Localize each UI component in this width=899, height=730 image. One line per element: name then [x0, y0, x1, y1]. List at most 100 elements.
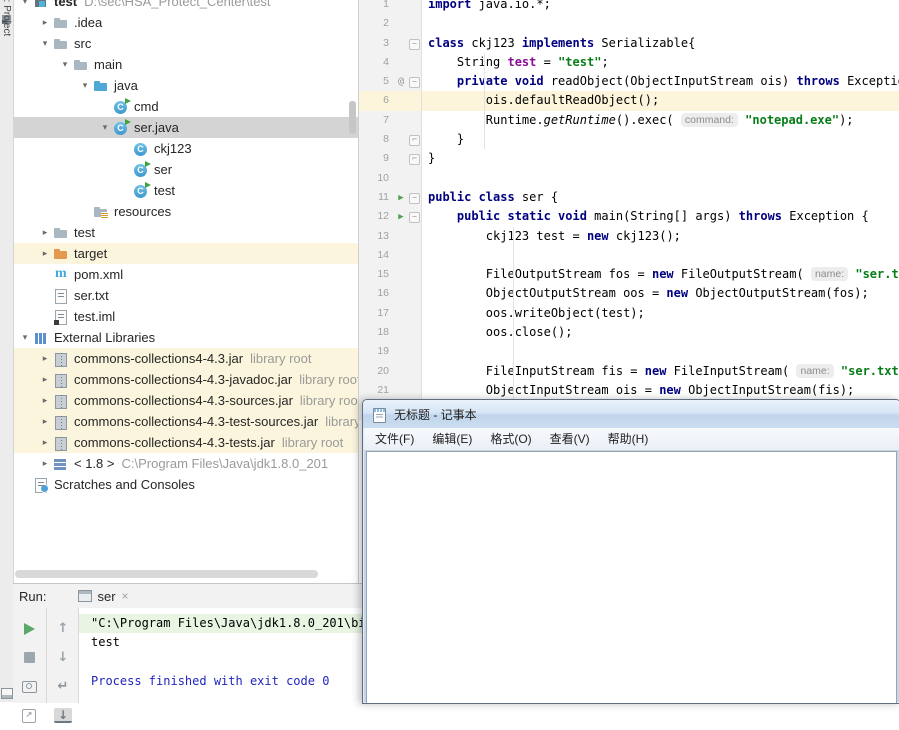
fold-collapse-icon[interactable]: −: [409, 193, 420, 204]
chevron-down-icon[interactable]: ▾: [97, 122, 113, 133]
code-line-9[interactable]: 9⌐}: [359, 149, 899, 168]
notepad-text-area[interactable]: [366, 451, 897, 703]
chevron-right-icon[interactable]: ▸: [37, 353, 53, 364]
tree-item-ser-java[interactable]: ▾ser.java: [13, 117, 358, 138]
code-line-3[interactable]: 3−class ckj123 implements Serializable{: [359, 34, 899, 53]
run-tab-ser[interactable]: ser ×: [72, 587, 134, 606]
next-occurrence-button[interactable]: ↓: [51, 643, 75, 672]
code-line-10[interactable]: 10: [359, 169, 899, 188]
fold-column[interactable]: ⌐: [408, 149, 422, 168]
tree-item-commons-collections4-4-3-javadoc-jar[interactable]: ▸commons-collections4-4.3-javadoc.jarlib…: [13, 369, 358, 390]
code-line-14[interactable]: 14: [359, 246, 899, 265]
notepad-menu-f[interactable]: 文件(F): [366, 428, 423, 450]
tree-item-src[interactable]: ▾src: [13, 33, 358, 54]
tree-item-target[interactable]: ▸target: [13, 243, 358, 264]
code-line-19[interactable]: 19: [359, 342, 899, 361]
tree-item-external-libraries[interactable]: ▾External Libraries: [13, 327, 358, 348]
run-gutter-icon[interactable]: ▶: [394, 188, 408, 207]
tree-item-test[interactable]: test: [13, 180, 358, 201]
code-line-8[interactable]: 8⌐ }: [359, 130, 899, 149]
tree-item-ckj123[interactable]: ckj123: [13, 138, 358, 159]
code-line-17[interactable]: 17 oos.writeObject(test);: [359, 304, 899, 323]
fold-column[interactable]: −: [408, 188, 422, 207]
chevron-right-icon[interactable]: ▸: [37, 248, 53, 259]
code-line-21[interactable]: 21 ObjectInputStream ois = new ObjectInp…: [359, 381, 899, 400]
chevron-down-icon[interactable]: ▾: [37, 38, 53, 49]
fold-end-icon[interactable]: ⌐: [409, 154, 420, 165]
override-marker-icon[interactable]: @: [394, 72, 408, 91]
tree-horizontal-scrollbar-thumb[interactable]: [15, 570, 318, 578]
code-line-4[interactable]: 4 String test = "test";: [359, 53, 899, 72]
code-text: }: [422, 149, 435, 168]
fold-column[interactable]: −: [408, 72, 422, 91]
folder-icon: [53, 225, 69, 241]
run-gutter-icon[interactable]: ▶: [394, 207, 408, 226]
chevron-right-icon[interactable]: ▸: [37, 416, 53, 427]
notepad-menu-e[interactable]: 编辑(E): [423, 428, 481, 450]
tree-item-test[interactable]: ▸test: [13, 222, 358, 243]
tree-item-resources[interactable]: resources: [13, 201, 358, 222]
tab-close-icon[interactable]: ×: [122, 589, 129, 603]
notepad-menu-o[interactable]: 格式(O): [481, 428, 540, 450]
code-line-20[interactable]: 20 FileInputStream fis = new FileInputSt…: [359, 362, 899, 381]
code-line-5[interactable]: 5@− private void readObject(ObjectInputS…: [359, 72, 899, 91]
code-line-16[interactable]: 16 ObjectOutputStream oos = new ObjectOu…: [359, 284, 899, 303]
code-line-2[interactable]: 2: [359, 14, 899, 33]
code-line-12[interactable]: 12▶− public static void main(String[] ar…: [359, 207, 899, 226]
tree-item-idea[interactable]: ▸.idea: [13, 12, 358, 33]
notepad-menu-h[interactable]: 帮助(H): [599, 428, 658, 450]
notepad-titlebar[interactable]: 无标题 - 记事本: [363, 400, 899, 428]
code-line-18[interactable]: 18 oos.close();: [359, 323, 899, 342]
tree-item-ser[interactable]: ser: [13, 159, 358, 180]
fold-end-icon[interactable]: ⌐: [409, 135, 420, 146]
tree-item-java[interactable]: ▾java: [13, 75, 358, 96]
tree-item-1-8[interactable]: ▸< 1.8 >C:\Program Files\Java\jdk1.8.0_2…: [13, 453, 358, 474]
code-line-1[interactable]: 1import java.io.*;: [359, 0, 899, 14]
chevron-right-icon[interactable]: ▸: [37, 437, 53, 448]
chevron-down-icon[interactable]: ▾: [77, 80, 93, 91]
scroll-to-end-button[interactable]: ↓: [51, 701, 75, 730]
line-number: 7: [359, 111, 394, 130]
tree-item-test[interactable]: ▾testD:\sec\HSA_Protect_Center\test: [13, 0, 358, 12]
fold-column[interactable]: −: [408, 207, 422, 226]
stop-button[interactable]: [17, 643, 41, 672]
tree-item-test-iml[interactable]: test.iml: [13, 306, 358, 327]
fold-collapse-icon[interactable]: −: [409, 39, 420, 50]
code-line-7[interactable]: 7 Runtime.getRuntime().exec( command: "n…: [359, 111, 899, 130]
chevron-right-icon[interactable]: ▸: [37, 227, 53, 238]
tree-vertical-scrollbar-thumb[interactable]: [349, 101, 356, 134]
tree-item-commons-collections4-4-3-test-sources-jar[interactable]: ▸commons-collections4-4.3-test-sources.j…: [13, 411, 358, 432]
code-line-6[interactable]: 6 ois.defaultReadObject();: [359, 91, 899, 110]
chevron-down-icon[interactable]: ▾: [17, 332, 33, 343]
project-toolwindow-button[interactable]: 1: Project: [1, 0, 12, 36]
tree-item-pom-xml[interactable]: pom.xml: [13, 264, 358, 285]
restore-layout-button[interactable]: ↗: [17, 701, 41, 730]
screenshot-button[interactable]: [17, 672, 41, 701]
tree-item-main[interactable]: ▾main: [13, 54, 358, 75]
tree-item-commons-collections4-4-3-jar[interactable]: ▸commons-collections4-4.3.jarlibrary roo…: [13, 348, 358, 369]
tree-item-commons-collections4-4-3-tests-jar[interactable]: ▸commons-collections4-4.3-tests.jarlibra…: [13, 432, 358, 453]
code-line-13[interactable]: 13 ckj123 test = new ckj123();: [359, 227, 899, 246]
chevron-right-icon[interactable]: ▸: [37, 458, 53, 469]
code-line-15[interactable]: 15 FileOutputStream fos = new FileOutput…: [359, 265, 899, 284]
line-number: 5: [359, 72, 394, 91]
chevron-right-icon[interactable]: ▸: [37, 17, 53, 28]
chevron-down-icon[interactable]: ▾: [17, 0, 33, 7]
fold-column[interactable]: ⌐: [408, 130, 422, 149]
rerun-button[interactable]: [17, 614, 41, 643]
soft-wrap-button[interactable]: ↵: [51, 672, 75, 701]
notepad-menu-v[interactable]: 查看(V): [541, 428, 599, 450]
code-line-11[interactable]: 11▶−public class ser {: [359, 188, 899, 207]
prev-occurrence-button[interactable]: ↑: [51, 614, 75, 643]
chevron-right-icon[interactable]: ▸: [37, 374, 53, 385]
tree-item-commons-collections4-4-3-sources-jar[interactable]: ▸commons-collections4-4.3-sources.jarlib…: [13, 390, 358, 411]
tree-item-ser-txt[interactable]: ser.txt: [13, 285, 358, 306]
toolwindow-corner-icon[interactable]: [1, 688, 13, 699]
chevron-right-icon[interactable]: ▸: [37, 395, 53, 406]
fold-collapse-icon[interactable]: −: [409, 212, 420, 223]
tree-item-scratches-and-consoles[interactable]: Scratches and Consoles: [13, 474, 358, 495]
chevron-down-icon[interactable]: ▾: [57, 59, 73, 70]
fold-column[interactable]: −: [408, 34, 422, 53]
fold-collapse-icon[interactable]: −: [409, 77, 420, 88]
tree-item-cmd[interactable]: cmd: [13, 96, 358, 117]
